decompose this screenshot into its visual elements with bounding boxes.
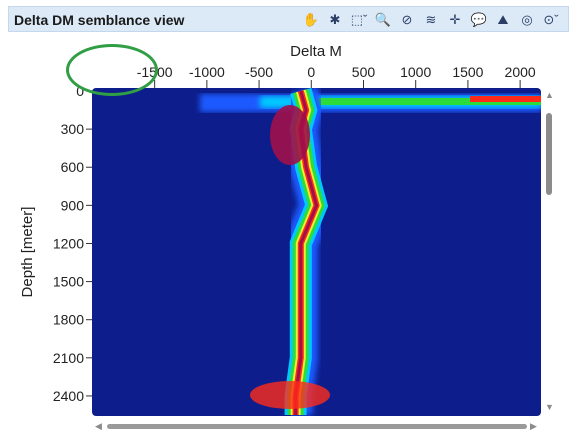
top-band-hot [470, 96, 541, 102]
highlight-ellipse [66, 44, 158, 96]
y-axis: 030060090012001500180021002400 [53, 83, 92, 404]
shallow-hot-zone [270, 105, 310, 165]
y-axis-label: Depth [meter] [19, 207, 36, 298]
scroll-up-arrow[interactable]: ▲ [545, 91, 554, 100]
vertical-scrollbar-thumb[interactable] [546, 113, 552, 195]
x-tick-label: -1000 [189, 64, 225, 80]
y-tick-label: 2400 [53, 388, 84, 404]
y-tick-label: 900 [61, 197, 85, 213]
y-tick-label: 2100 [53, 350, 84, 366]
x-tick-label: 500 [352, 64, 376, 80]
x-tick-label: 2000 [505, 64, 536, 80]
y-tick-label: 1800 [53, 312, 84, 328]
x-tick-label: 1000 [400, 64, 431, 80]
x-tick-label: 1500 [452, 64, 483, 80]
x-axis-label: Delta M [290, 43, 342, 60]
y-tick-label: 300 [61, 121, 85, 137]
y-tick-label: 1200 [53, 235, 84, 251]
deep-hot-zone [250, 381, 330, 409]
horizontal-scrollbar-thumb[interactable] [107, 424, 527, 429]
x-tick-label: -500 [245, 64, 273, 80]
x-tick-label: 0 [307, 64, 315, 80]
scroll-left-arrow[interactable]: ◀ [95, 422, 102, 431]
y-tick-label: 600 [61, 159, 85, 175]
y-tick-label: 1500 [53, 274, 84, 290]
scroll-down-arrow[interactable]: ▼ [545, 403, 554, 412]
x-axis: -1500 -1000 -500 0 500 1000 1500 2000 [137, 64, 536, 88]
scroll-right-arrow[interactable]: ▶ [530, 422, 537, 431]
